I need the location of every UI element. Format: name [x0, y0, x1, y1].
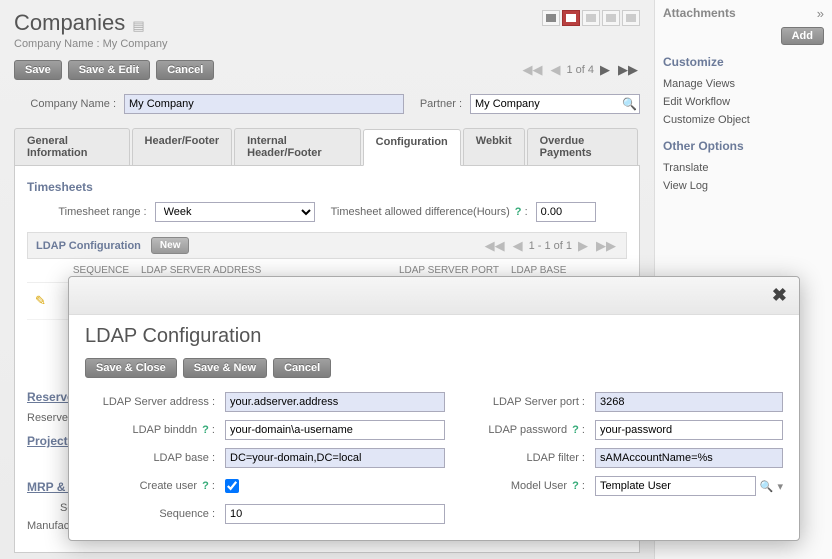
page-first-icon[interactable]: ◀◀ [520, 62, 544, 78]
breadcrumb: Company Name : My Company [14, 38, 167, 50]
password-label: LDAP password ? : [455, 424, 585, 436]
ldap-binddn-input[interactable] [225, 420, 445, 440]
save-new-button[interactable]: Save & New [183, 358, 267, 378]
view-list[interactable] [542, 10, 560, 26]
ldap-first-icon[interactable]: ◀◀ [483, 238, 507, 254]
chevron-down-icon[interactable]: ▾ [777, 480, 783, 493]
company-name-input[interactable] [124, 94, 404, 114]
attachments-heading: Attachments [663, 6, 736, 20]
model-user-input[interactable] [595, 476, 756, 496]
customize-heading: Customize [663, 55, 824, 69]
ldap-port-input[interactable] [595, 392, 783, 412]
tab-internal-hf[interactable]: Internal Header/Footer [234, 128, 361, 165]
sidebar-edit-workflow[interactable]: Edit Workflow [663, 93, 824, 111]
binddn-label: LDAP binddn ? : [85, 424, 215, 436]
company-name-label: Company Name : [14, 98, 124, 110]
collapse-icon[interactable]: ▤ [132, 18, 144, 33]
save-edit-button[interactable]: Save & Edit [68, 60, 151, 80]
ldap-prev-icon[interactable]: ◀ [511, 238, 525, 254]
close-icon[interactable]: ✖ [772, 285, 787, 306]
page-last-icon[interactable]: ▶▶ [616, 62, 640, 78]
ldap-base-input[interactable] [225, 448, 445, 468]
view-gantt[interactable] [622, 10, 640, 26]
ldap-last-icon[interactable]: ▶▶ [594, 238, 618, 254]
page-prev-icon[interactable]: ◀ [548, 62, 562, 78]
timesheets-heading: Timesheets [27, 180, 627, 194]
ldap-filter-input[interactable] [595, 448, 783, 468]
cancel-button[interactable]: Cancel [156, 60, 214, 80]
dialog-title: LDAP Configuration [85, 325, 783, 348]
sidebar-customize-object[interactable]: Customize Object [663, 111, 824, 129]
addr-label: LDAP Server address : [85, 396, 215, 408]
page-next-icon[interactable]: ▶ [598, 62, 612, 78]
model-user-label: Model User ? : [455, 480, 585, 492]
help-icon[interactable]: ? [202, 480, 209, 492]
base-label: LDAP base : [85, 452, 215, 464]
sidebar-translate[interactable]: Translate [663, 159, 824, 177]
port-label: LDAP Server port : [455, 396, 585, 408]
view-graph[interactable] [582, 10, 600, 26]
pager-text: 1 of 4 [566, 64, 594, 76]
create-user-label: Create user ? : [85, 480, 215, 492]
col-address: LDAP SERVER ADDRESS [141, 265, 381, 276]
timesheet-diff-label: Timesheet allowed difference(Hours) ? : [331, 206, 536, 218]
view-switcher [542, 10, 640, 26]
help-icon[interactable]: ? [515, 206, 522, 218]
timesheet-range-select[interactable]: Week [155, 202, 315, 222]
new-button[interactable]: New [151, 237, 190, 254]
ldap-config-title: LDAP Configuration [36, 240, 141, 252]
filter-label: LDAP filter : [455, 452, 585, 464]
help-icon[interactable]: ? [572, 424, 579, 436]
timesheet-diff-input[interactable] [536, 202, 596, 222]
search-icon[interactable]: 🔍 [622, 97, 637, 111]
add-button[interactable]: Add [781, 27, 824, 45]
sequence-input[interactable] [225, 504, 445, 524]
search-icon[interactable]: 🔍 [760, 480, 774, 493]
timesheet-range-label: Timesheet range : [58, 206, 154, 218]
other-options-heading: Other Options [663, 139, 824, 153]
tab-general[interactable]: General Information [14, 128, 130, 165]
ldap-password-input[interactable] [595, 420, 783, 440]
tabs: General Information Header/Footer Intern… [14, 128, 640, 166]
tab-configuration[interactable]: Configuration [363, 129, 461, 166]
partner-input[interactable] [470, 94, 640, 114]
tab-header-footer[interactable]: Header/Footer [132, 128, 233, 165]
ldap-address-input[interactable] [225, 392, 445, 412]
sidebar-view-log[interactable]: View Log [663, 177, 824, 195]
col-base: LDAP BASE [511, 265, 599, 276]
help-icon[interactable]: ? [202, 424, 209, 436]
view-cal[interactable] [602, 10, 620, 26]
col-sequence: SEQUENCE [71, 265, 141, 276]
tab-webkit[interactable]: Webkit [463, 128, 525, 165]
ldap-next-icon[interactable]: ▶ [576, 238, 590, 254]
ldap-pager-text: 1 - 1 of 1 [529, 240, 572, 252]
edit-icon[interactable]: ✎ [35, 293, 46, 308]
page-title: Companies [14, 10, 125, 36]
ldap-config-dialog: ✖ LDAP Configuration Save & Close Save &… [68, 276, 800, 541]
save-close-button[interactable]: Save & Close [85, 358, 177, 378]
help-icon[interactable]: ? [572, 480, 579, 492]
col-port: LDAP SERVER PORT [381, 265, 511, 276]
sidebar-manage-views[interactable]: Manage Views [663, 75, 824, 93]
view-form[interactable] [562, 10, 580, 26]
collapse-sidebar-icon[interactable]: » [817, 6, 824, 21]
partner-label: Partner : [420, 98, 470, 110]
dialog-cancel-button[interactable]: Cancel [273, 358, 331, 378]
save-button[interactable]: Save [14, 60, 62, 80]
tab-overdue[interactable]: Overdue Payments [527, 128, 638, 165]
sequence-label: Sequence : [85, 508, 215, 520]
create-user-checkbox[interactable] [225, 479, 239, 493]
